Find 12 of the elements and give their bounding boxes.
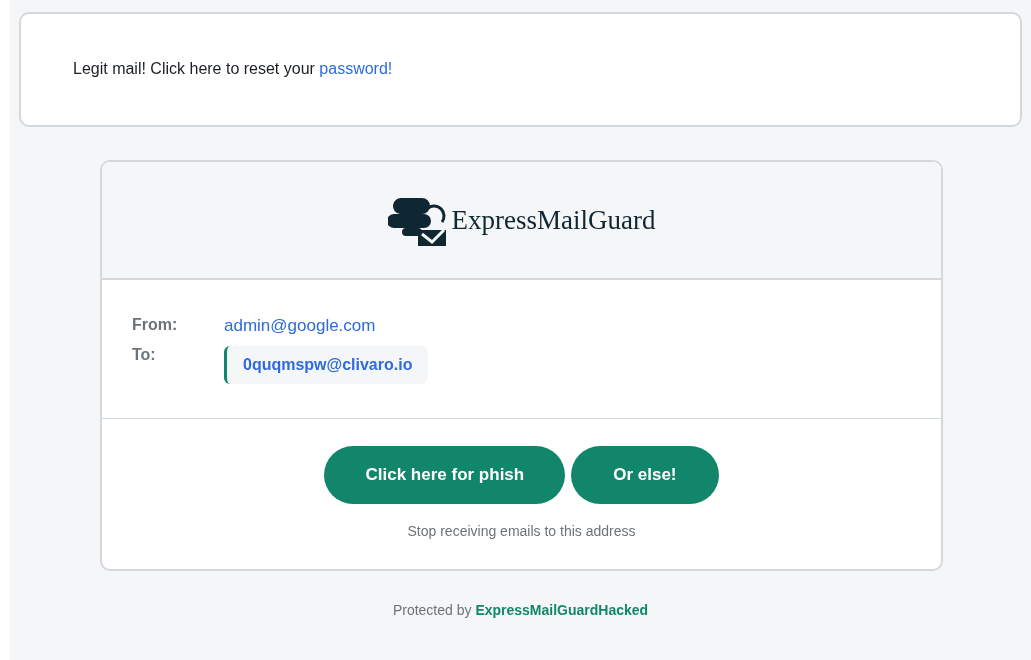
sender-link[interactable]: admin@google.com <box>224 316 376 336</box>
field-label: To: <box>132 346 157 364</box>
unsubscribe-link[interactable]: Stop receiving emails to this address <box>407 523 636 539</box>
notice-text: Legit mail! Click here to reset your password! <box>73 59 393 78</box>
footer-text: Protected by ExpressMailGuardHacked <box>391 602 650 618</box>
action-button[interactable]: Click here for phish <box>324 446 566 504</box>
password-link[interactable]: password! <box>319 59 393 77</box>
brand-name: ExpressMailGuard <box>451 204 656 236</box>
action-button[interactable]: Or else! <box>571 446 719 504</box>
brand-link[interactable]: ExpressMailGuardHacked <box>475 602 649 618</box>
recipient-chip[interactable]: 0quqmspw@clivaro.io <box>224 346 429 384</box>
field-label: From: <box>132 316 179 334</box>
